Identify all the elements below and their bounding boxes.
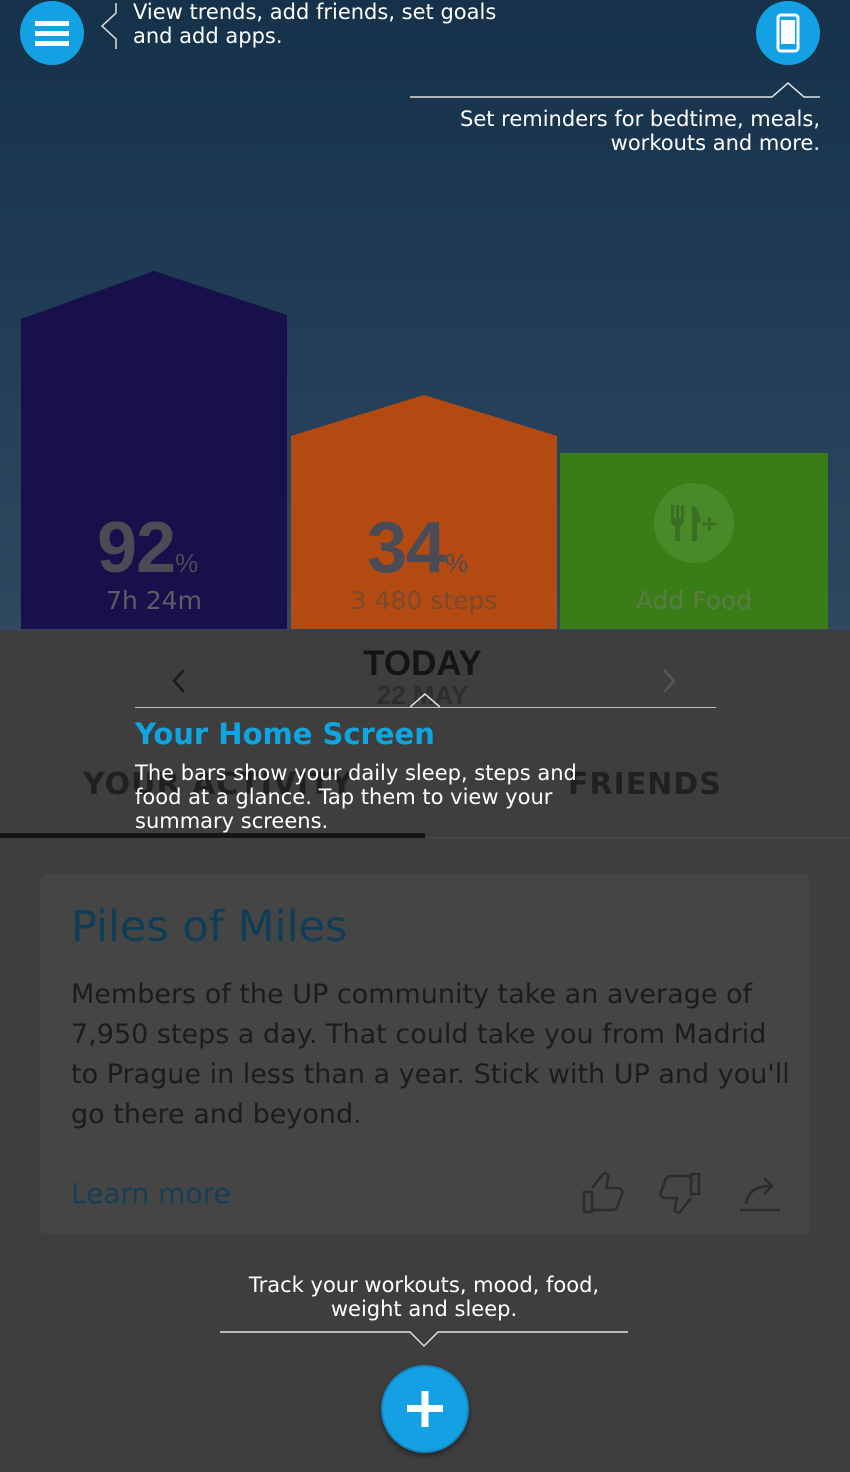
steps-percent-value: 34 — [367, 508, 446, 588]
reminder-tip-line: Set reminders for bedtime, meals, — [460, 107, 820, 131]
reminder-tip: Set reminders for bedtime, meals, workou… — [460, 107, 820, 155]
thumbs-up-icon[interactable] — [580, 1170, 624, 1216]
tip-body: The bars show your daily sleep, steps an… — [135, 761, 577, 833]
steps-percent: 34% — [367, 507, 468, 589]
menu-button[interactable] — [20, 1, 84, 65]
add-tip-line: weight and sleep. — [330, 1297, 518, 1321]
add-tip: Track your workouts, mood, food, weight … — [220, 1273, 628, 1321]
menu-tip-pointer — [100, 3, 117, 49]
tab-friends[interactable]: FRIENDS — [568, 767, 722, 802]
sleep-percent: 92% — [97, 507, 198, 589]
home-tip-pointer — [410, 693, 440, 708]
phone-icon — [776, 13, 800, 53]
tip-body-line: food at a glance. Tap them to view your — [135, 785, 553, 809]
sleep-percent-value: 92 — [97, 508, 176, 588]
tip-body-line: The bars show your daily sleep, steps an… — [135, 761, 577, 785]
add-food-label[interactable]: Add Food — [560, 586, 828, 615]
menu-tip-line: View trends, add friends, set goals — [133, 0, 497, 24]
sleep-duration: 7h 24m — [106, 586, 202, 615]
date-title: TODAY — [363, 644, 482, 683]
reminder-tip-line: workouts and more. — [610, 131, 820, 155]
plus-icon — [407, 1391, 443, 1427]
add-tip-divider — [220, 1331, 628, 1348]
share-icon[interactable] — [738, 1170, 782, 1216]
tip-body-line: summary screens. — [135, 809, 329, 833]
reminders-button[interactable] — [756, 1, 820, 65]
add-tip-line: Track your workouts, mood, food, — [248, 1273, 600, 1297]
active-tab-indicator — [0, 833, 425, 838]
card-title: Piles of Miles — [71, 902, 348, 952]
card-body: Members of the UP community take an aver… — [71, 979, 790, 1130]
steps-percent-symbol: % — [445, 548, 469, 578]
menu-tip: View trends, add friends, set goals and … — [133, 0, 496, 48]
chevron-right-icon[interactable] — [658, 664, 680, 707]
add-button[interactable] — [381, 1365, 469, 1453]
reminder-tip-divider — [410, 82, 820, 98]
thumbs-down-icon[interactable] — [659, 1170, 703, 1216]
menu-tip-line: and add apps. — [133, 24, 283, 48]
hamburger-menu-icon — [35, 21, 69, 46]
fork-knife-plus-icon — [654, 483, 734, 563]
learn-more-link[interactable]: Learn more — [71, 1177, 231, 1210]
chevron-left-icon[interactable] — [168, 664, 190, 707]
tip-title: Your Home Screen — [135, 717, 435, 751]
steps-count: 3 480 steps — [350, 586, 498, 615]
sleep-percent-symbol: % — [175, 548, 199, 578]
